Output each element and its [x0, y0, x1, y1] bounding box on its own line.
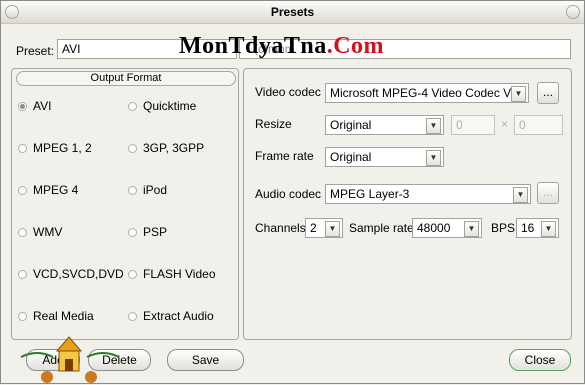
channels-label: Channels — [255, 221, 306, 235]
radio-icon — [128, 227, 137, 237]
channels-value: 2 — [310, 221, 317, 235]
format-option-label: WMV — [33, 225, 63, 239]
resize-width-input[interactable]: 0 — [451, 115, 495, 135]
format-option-vcd[interactable]: VCD,SVCD,DVD — [18, 267, 124, 281]
audio-codec-label: Audio codec — [255, 187, 322, 201]
format-option-extract-audio[interactable]: Extract Audio — [128, 309, 214, 323]
chevron-down-icon: ▼ — [426, 118, 441, 134]
sample-rate-label: Sample rate — [349, 221, 414, 235]
preset-label: Preset: — [16, 44, 55, 58]
title-bar: Presets — [1, 1, 584, 24]
resize-select[interactable]: Original ▼ — [325, 115, 444, 135]
format-option-label: iPod — [143, 183, 168, 197]
video-codec-value: Microsoft MPEG-4 Video Codec V2 — [330, 86, 518, 100]
audio-codec-select[interactable]: MPEG Layer-3 ▼ — [325, 184, 531, 204]
save-button[interactable]: Save — [167, 349, 244, 371]
output-format-header: Output Format — [16, 71, 236, 86]
chevron-down-icon: ▼ — [513, 187, 528, 203]
presets-window: Presets Preset: AVI (c)mnm MonTdyaTna.Co… — [0, 0, 585, 384]
format-option-flash[interactable]: FLASH Video — [128, 267, 216, 281]
chevron-down-icon: ▼ — [541, 221, 556, 237]
settings-panel — [243, 68, 572, 340]
preset-name-value: AVI — [62, 42, 81, 56]
radio-icon — [128, 143, 137, 153]
format-option-avi[interactable]: AVI — [18, 99, 51, 113]
chevron-down-icon: ▼ — [325, 221, 340, 237]
close-button[interactable]: Close — [509, 349, 571, 371]
chevron-down-icon: ▼ — [464, 221, 479, 237]
format-option-mpeg4[interactable]: MPEG 4 — [18, 183, 78, 197]
frame-rate-value: Original — [330, 150, 372, 164]
audio-codec-options-button[interactable]: ... — [537, 182, 559, 204]
resize-height-input[interactable]: 0 — [514, 115, 563, 135]
format-option-mpeg12[interactable]: MPEG 1, 2 — [18, 141, 92, 155]
format-option-quicktime[interactable]: Quicktime — [128, 99, 196, 113]
watermark: MonTdyaTna.Com — [179, 33, 384, 60]
radio-icon — [18, 311, 27, 321]
radio-icon — [128, 185, 137, 195]
format-option-label: VCD,SVCD,DVD — [33, 267, 124, 281]
format-option-label: AVI — [33, 99, 52, 113]
format-option-label: PSP — [143, 225, 168, 239]
radio-icon — [128, 101, 137, 111]
video-codec-select[interactable]: Microsoft MPEG-4 Video Codec V2 ▼ — [325, 83, 529, 103]
audio-codec-value: MPEG Layer-3 — [330, 187, 410, 201]
bps-value: 16 — [521, 221, 535, 235]
window-title: Presets — [270, 5, 315, 19]
frame-rate-label: Frame rate — [255, 149, 314, 163]
house-logo-icon — [20, 336, 120, 383]
radio-icon — [18, 269, 27, 279]
format-option-label: Real Media — [33, 309, 94, 323]
format-option-realmedia[interactable]: Real Media — [18, 309, 94, 323]
radio-icon — [18, 185, 27, 195]
watermark-domain: .Com — [326, 33, 385, 59]
bps-label: BPS — [491, 221, 516, 235]
window-close-button[interactable] — [566, 5, 580, 19]
resize-times-sign: × — [501, 117, 509, 131]
format-option-label: MPEG 1, 2 — [33, 141, 92, 155]
video-codec-options-button[interactable]: ... — [537, 82, 559, 104]
sample-rate-select[interactable]: 48000 ▼ — [412, 218, 482, 238]
watermark-main: MonTdyaTna — [179, 33, 327, 59]
bps-select[interactable]: 16 ▼ — [516, 218, 559, 238]
format-option-label: FLASH Video — [143, 267, 216, 281]
radio-icon — [128, 311, 137, 321]
video-codec-label: Video codec — [255, 85, 321, 99]
radio-icon — [18, 227, 27, 237]
chevron-down-icon: ▼ — [511, 86, 526, 102]
resize-label: Resize — [255, 117, 292, 131]
format-option-psp[interactable]: PSP — [128, 225, 167, 239]
sample-rate-value: 48000 — [417, 221, 451, 235]
frame-rate-select[interactable]: Original ▼ — [325, 147, 444, 167]
format-option-ipod[interactable]: iPod — [128, 183, 167, 197]
format-option-wmv[interactable]: WMV — [18, 225, 62, 239]
format-option-3gp[interactable]: 3GP, 3GPP — [128, 141, 204, 155]
chevron-down-icon: ▼ — [426, 150, 441, 166]
channels-select[interactable]: 2 ▼ — [305, 218, 343, 238]
format-option-label: MPEG 4 — [33, 183, 79, 197]
resize-value: Original — [330, 118, 372, 132]
format-option-label: Extract Audio — [143, 309, 214, 323]
format-option-label: Quicktime — [143, 99, 197, 113]
radio-icon — [18, 143, 27, 153]
radio-selected-icon — [18, 101, 27, 111]
format-option-label: 3GP, 3GPP — [143, 141, 205, 155]
radio-icon — [128, 269, 137, 279]
output-format-panel: Output Format AVI Quicktime MPEG 1, 2 3G… — [11, 68, 239, 340]
